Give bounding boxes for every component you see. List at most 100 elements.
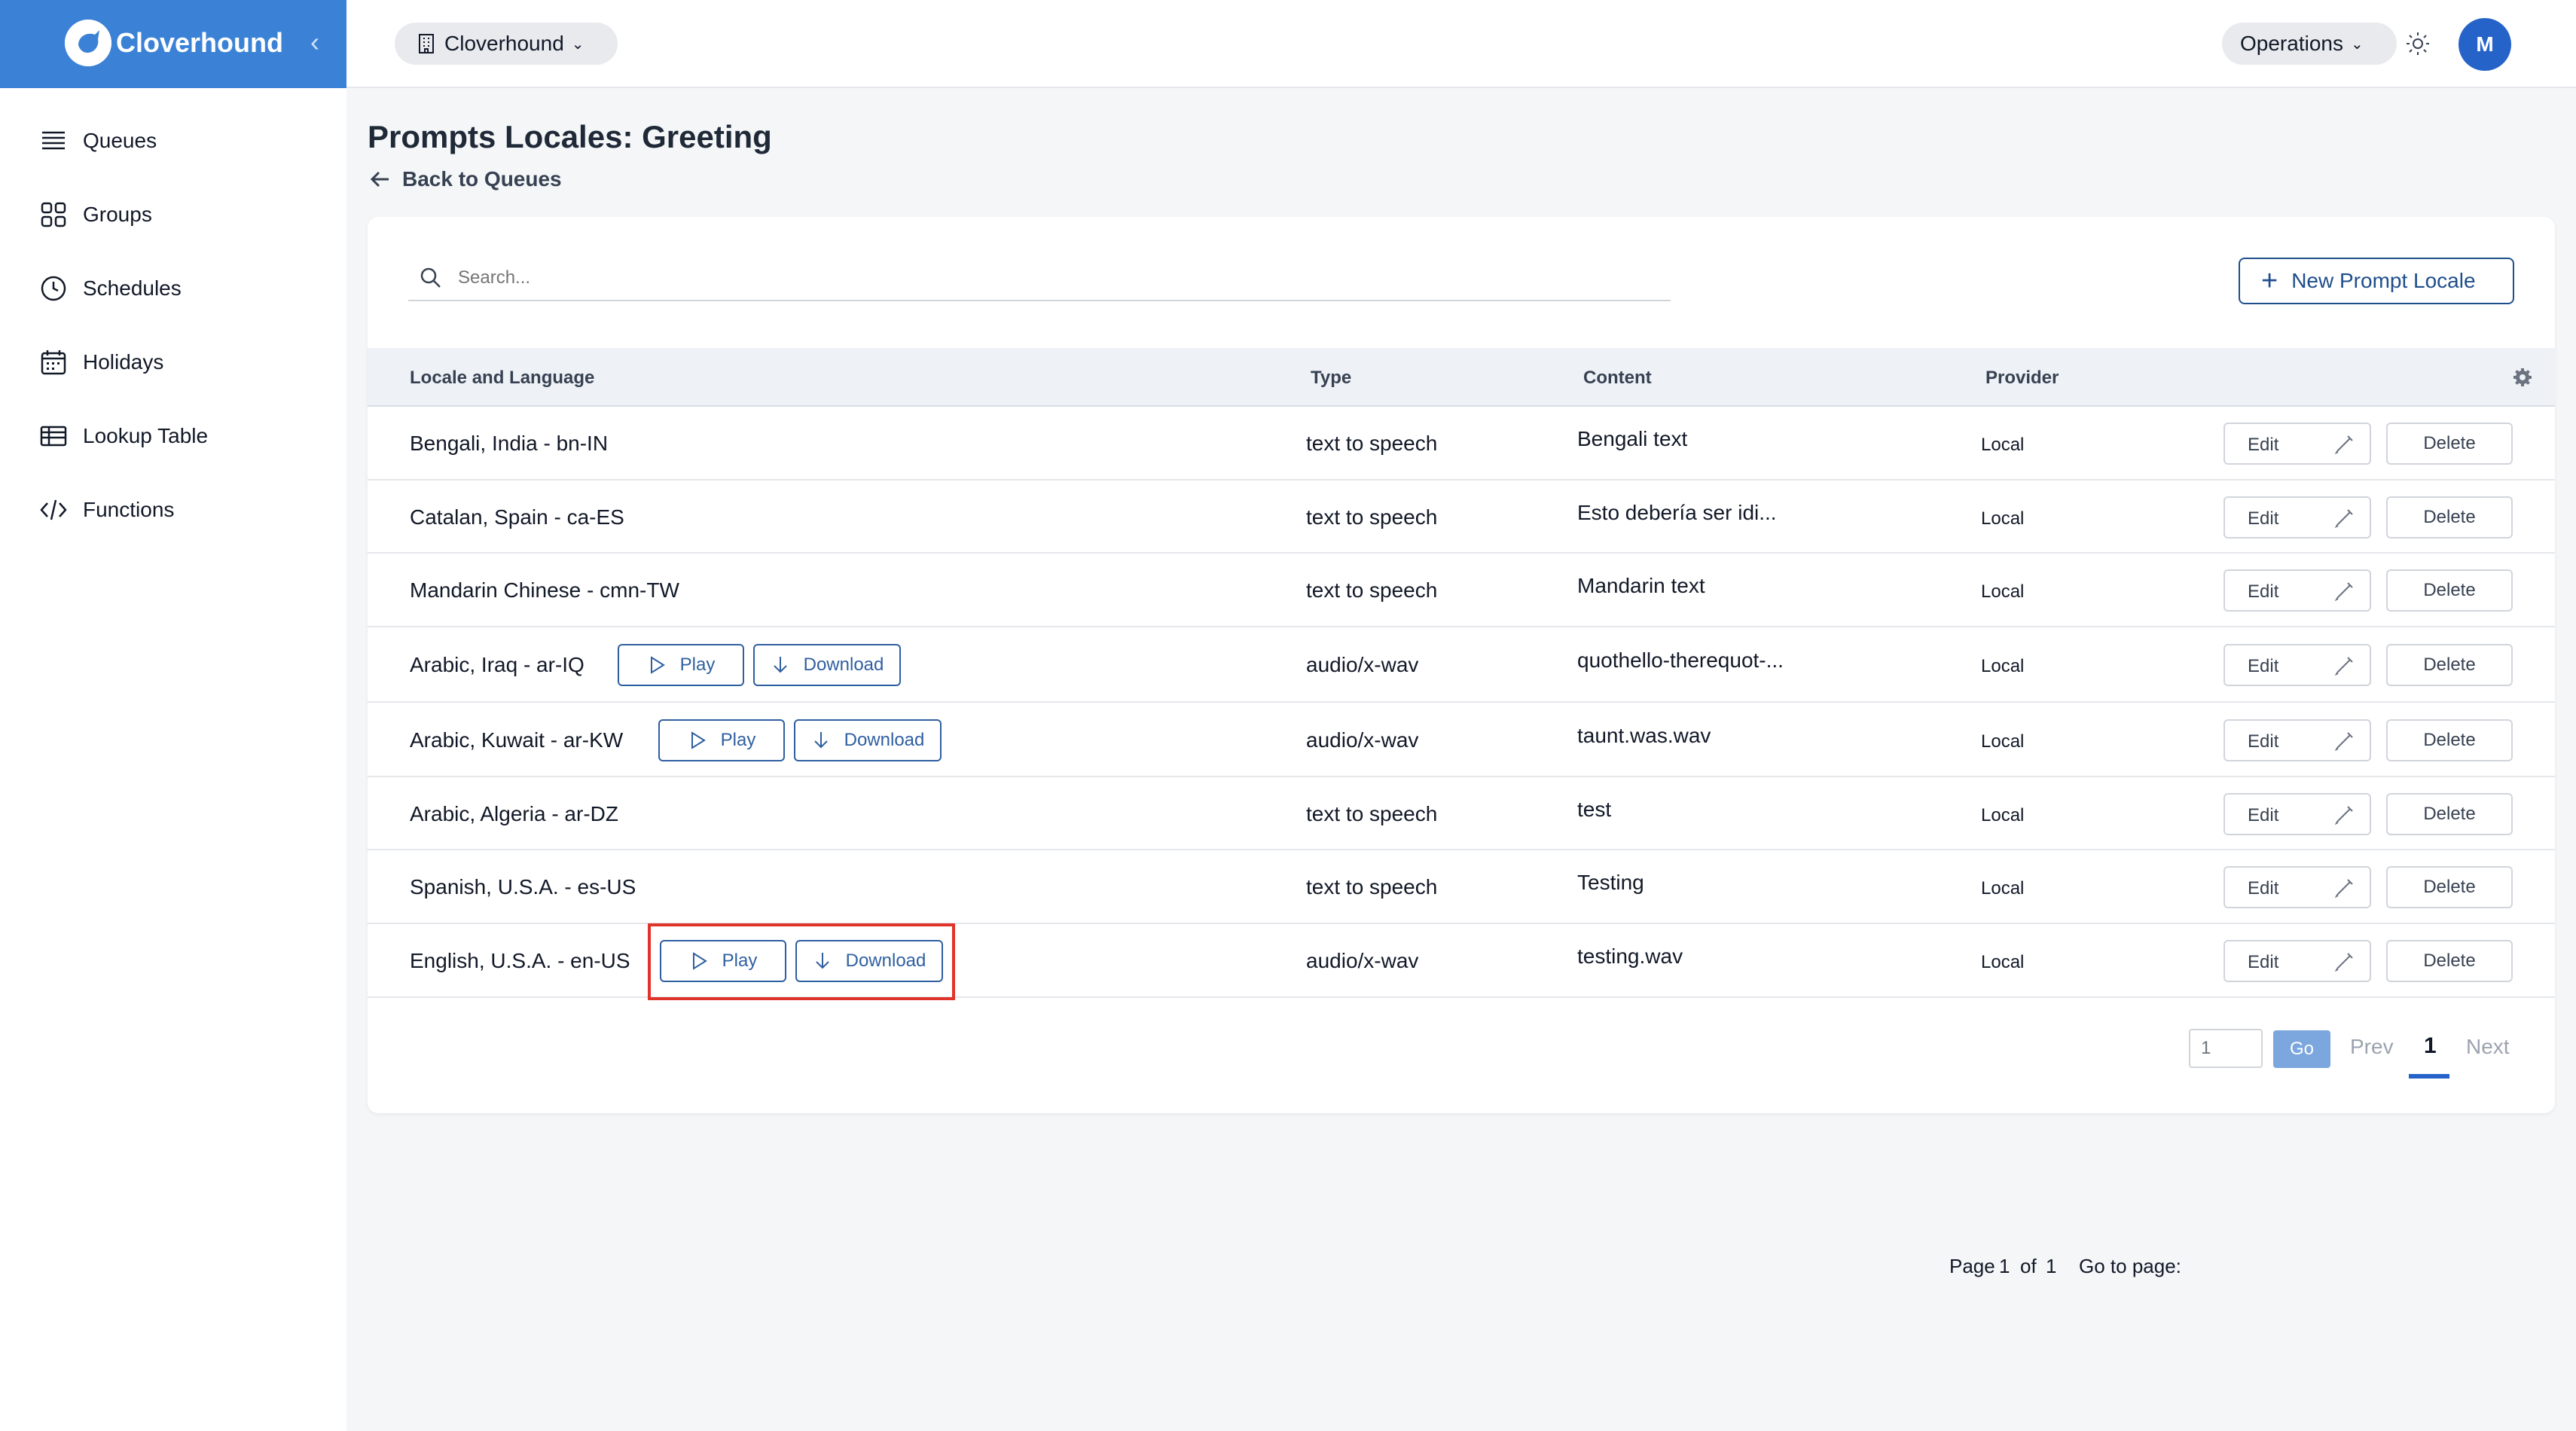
content-cell: quothello-therequot-... [1577, 648, 1784, 672]
delete-button[interactable]: Delete [2386, 423, 2513, 465]
delete-label: Delete [2423, 654, 2476, 675]
delete-label: Delete [2423, 433, 2476, 453]
sidebar-item-groups[interactable]: Groups [39, 192, 152, 237]
download-button[interactable]: Download [753, 644, 901, 686]
provider-cell: Local [1981, 878, 2025, 899]
edit-label: Edit [2248, 656, 2279, 676]
play-icon [691, 731, 706, 749]
play-button[interactable]: Play [658, 719, 785, 761]
provider-cell: Local [1981, 508, 2025, 529]
column-header-content[interactable]: Content [1583, 368, 1652, 389]
back-to-queues-link[interactable]: Back to Queues [369, 167, 562, 191]
delete-button[interactable]: Delete [2386, 940, 2513, 982]
type-cell: text to speech [1306, 875, 1438, 899]
cloverhound-logo-icon [65, 20, 111, 66]
table-row: Arabic, Algeria - ar-DZ text to speech tes… [368, 777, 2555, 850]
download-button[interactable]: Download [795, 940, 943, 982]
locale-cell: English, U.S.A. - en-US [410, 949, 630, 972]
operations-selector-label: Operations [2240, 32, 2343, 55]
goto-page-input[interactable] [2189, 1029, 2263, 1068]
type-cell: text to speech [1306, 505, 1438, 529]
play-button[interactable]: Play [618, 644, 744, 686]
theme-toggle-sun-icon[interactable] [2403, 29, 2433, 59]
locale-cell: Spanish, U.S.A. - es-US [410, 875, 636, 899]
user-avatar[interactable]: M [2458, 18, 2511, 71]
play-button[interactable]: Play [660, 940, 786, 982]
download-label: Download [845, 950, 926, 971]
org-selector[interactable]: Cloverhound ⌄ [395, 23, 618, 65]
new-prompt-locale-button[interactable]: + New Prompt Locale [2239, 258, 2514, 304]
download-icon [773, 657, 787, 673]
type-cell: audio/x-wav [1306, 653, 1419, 676]
pencil-icon [2334, 879, 2353, 899]
column-header-locale[interactable]: Locale and Language [410, 368, 594, 389]
edit-label: Edit [2248, 508, 2279, 529]
next-page-button[interactable]: Next [2466, 1035, 2510, 1059]
table-row: Arabic, Iraq - ar-IQ Play Download audio/x-… [368, 627, 2555, 703]
edit-button[interactable]: Edit [2223, 719, 2371, 761]
content-cell: testing.wav [1577, 944, 1683, 968]
building-icon [419, 34, 434, 53]
go-button[interactable]: Go [2273, 1030, 2330, 1068]
provider-cell: Local [1981, 656, 2025, 676]
play-label: Play [679, 654, 716, 675]
download-label: Download [844, 730, 925, 750]
chevron-down-icon: ⌄ [571, 35, 584, 53]
delete-label: Delete [2423, 507, 2476, 527]
type-cell: audio/x-wav [1306, 949, 1419, 972]
delete-button[interactable]: Delete [2386, 496, 2513, 539]
sidebar-item-schedules[interactable]: Schedules [39, 266, 182, 311]
locale-cell: Arabic, Iraq - ar-IQ [410, 653, 584, 676]
edit-button[interactable]: Edit [2223, 793, 2371, 835]
edit-label: Edit [2248, 581, 2279, 602]
edit-label: Edit [2248, 878, 2279, 899]
type-cell: text to speech [1306, 578, 1438, 602]
page-1-button[interactable]: 1 [2424, 1033, 2437, 1059]
sidebar-item-label: Functions [83, 498, 175, 521]
pencil-icon [2334, 509, 2353, 529]
column-header-type[interactable]: Type [1311, 368, 1351, 389]
pagination-page-label: Page [1949, 1255, 1995, 1277]
locale-cell: Arabic, Kuwait - ar-KW [410, 728, 624, 752]
sidebar-item-functions[interactable]: Functions [39, 487, 174, 532]
play-label: Play [720, 730, 756, 750]
org-selector-label: Cloverhound [444, 32, 564, 55]
table-header: Locale and Language Type Content Provide… [368, 348, 2555, 407]
table-row: Catalan, Spain - ca-ES text to speech Esto… [368, 481, 2555, 554]
search-input[interactable] [458, 267, 1588, 288]
edit-button[interactable]: Edit [2223, 940, 2371, 982]
provider-cell: Local [1981, 952, 2025, 972]
delete-button[interactable]: Delete [2386, 793, 2513, 835]
sidebar-item-queues[interactable]: Queues [39, 118, 157, 163]
sidebar-item-holidays[interactable]: Holidays [39, 340, 163, 385]
sidebar-item-lookup-table[interactable]: Lookup Table [39, 413, 208, 459]
edit-button[interactable]: Edit [2223, 569, 2371, 612]
delete-button[interactable]: Delete [2386, 644, 2513, 686]
edit-label: Edit [2248, 435, 2279, 455]
edit-button[interactable]: Edit [2223, 866, 2371, 908]
delete-label: Delete [2423, 580, 2476, 600]
operations-selector[interactable]: Operations ⌄ [2222, 23, 2397, 65]
column-header-provider[interactable]: Provider [1985, 368, 2059, 389]
content-cell: Mandarin text [1577, 574, 1705, 597]
edit-label: Edit [2248, 805, 2279, 825]
sidebar-item-label: Groups [83, 203, 152, 226]
delete-button[interactable]: Delete [2386, 569, 2513, 612]
list-icon [42, 131, 65, 150]
edit-button[interactable]: Edit [2223, 644, 2371, 686]
delete-button[interactable]: Delete [2386, 866, 2513, 908]
table-row: Spanish, U.S.A. - es-US text to speech Tes… [368, 850, 2555, 924]
edit-button[interactable]: Edit [2223, 423, 2371, 465]
download-label: Download [803, 654, 884, 675]
brand-header: Cloverhound ‹ [0, 0, 346, 88]
locale-cell: Arabic, Algeria - ar-DZ [410, 802, 618, 825]
delete-label: Delete [2423, 877, 2476, 897]
edit-button[interactable]: Edit [2223, 496, 2371, 539]
gear-icon[interactable] [2513, 368, 2532, 387]
calendar-icon [41, 350, 66, 375]
content-cell: Esto debería ser idi... [1577, 501, 1777, 524]
delete-button[interactable]: Delete [2386, 719, 2513, 761]
download-button[interactable]: Download [794, 719, 942, 761]
collapse-sidebar-icon[interactable]: ‹ [300, 27, 330, 57]
prev-page-button[interactable]: Prev [2350, 1035, 2394, 1059]
